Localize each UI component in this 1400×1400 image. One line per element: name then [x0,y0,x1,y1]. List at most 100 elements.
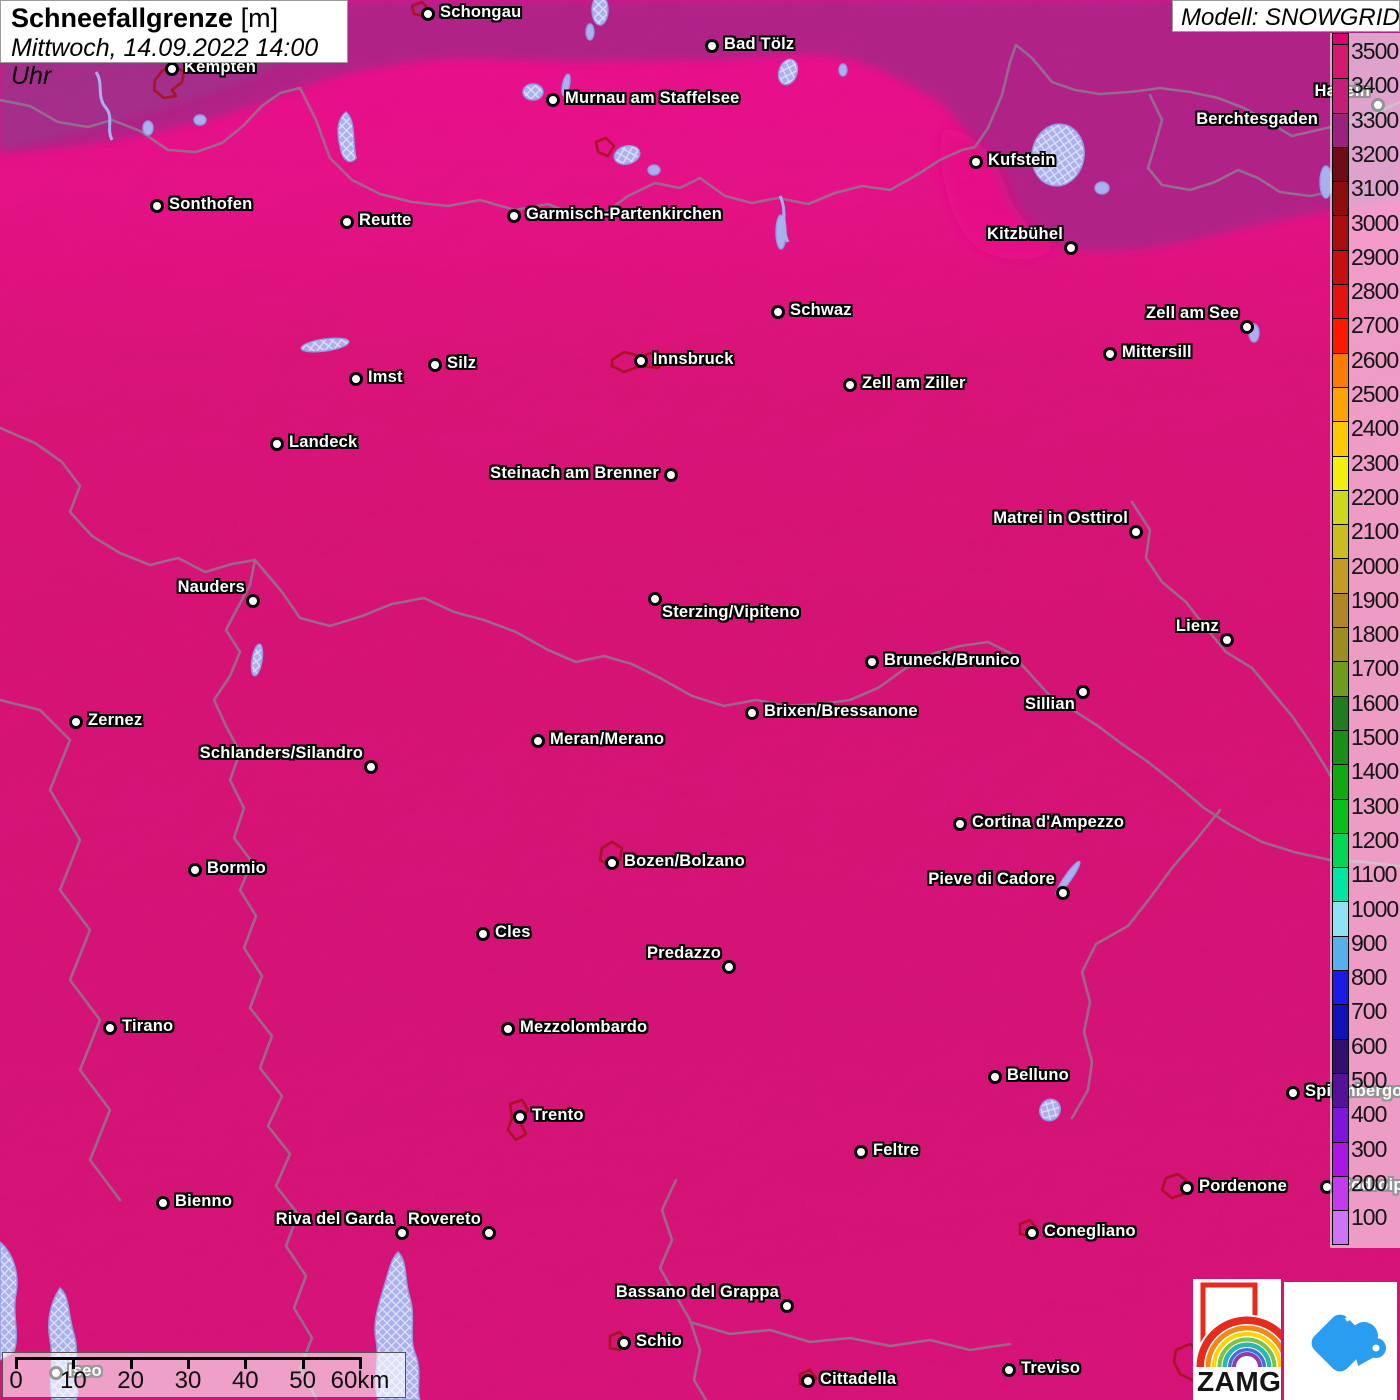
city-dot [507,209,521,223]
city-label: Zell am Ziller [862,374,966,392]
city-dot [1220,633,1234,647]
zamg-logo-box: ZAMG [1193,1279,1281,1400]
legend-tick-label: 3400 [1351,72,1399,99]
city-label: Reutte [359,211,412,229]
city-label: Kufstein [988,151,1056,169]
city-dot [156,1196,170,1210]
city-dot [969,155,983,169]
city-label: Kitzbühel [986,225,1063,243]
city-label: Silz [447,354,477,372]
legend-tick-label: 800 [1351,964,1387,991]
legend-tick-label: 2400 [1351,415,1399,442]
city-layer: Schongau Bad Tölz Kempten Murnau am Staffel… [0,0,1400,1400]
title-text: Schneefallgrenze [11,3,234,33]
city-label: Predazzo [646,944,721,962]
legend-segment [1333,1038,1348,1073]
legend-tick-label: 1900 [1351,586,1399,613]
city-label: Zernez [88,711,143,729]
city-dot [722,960,736,974]
city-label: Belluno [1007,1066,1069,1084]
city-label: Zell am See [1146,304,1239,322]
legend-tick-label: 100 [1351,1204,1387,1231]
city-label: Bozen/Bolzano [624,852,745,870]
city-label: Nauders [177,578,245,596]
city-label: Brixen/Bressanone [764,702,918,720]
city-dot [188,863,202,877]
city-dot [865,655,879,669]
city-dot [648,592,662,606]
city-dot [1180,1181,1194,1195]
legend-segment [1333,970,1348,1005]
city-dot [421,7,435,21]
title-unit: [m] [233,3,279,33]
legend-tick-label: 2800 [1351,278,1399,305]
legend-segment [1333,1210,1348,1245]
city-dot [771,305,785,319]
legend-segment [1333,764,1348,799]
city-label: Sterzing/Vipiteno [662,603,800,621]
city-label: Bienno [175,1192,233,1210]
city-label: Bassano del Grappa [615,1283,779,1301]
legend-segment [1333,146,1348,182]
model-box: Modell: SNOWGRID [1172,0,1400,32]
city-dot [476,927,490,941]
city-label: Feltre [873,1141,920,1159]
city-label: Rovereto [407,1210,481,1228]
city-dot [1286,1086,1300,1100]
legend-segment [1333,284,1348,319]
legend-tick-label: 1000 [1351,895,1399,922]
legend-segment [1333,901,1348,936]
legend-tick-label: 1600 [1351,689,1399,716]
legend-tick-label: 2600 [1351,346,1399,373]
city-dot [270,437,284,451]
city-label: Trento [532,1106,584,1124]
legend-segment [1333,867,1348,902]
legend-segment [1333,592,1348,628]
legend-tick-label: 3200 [1351,140,1399,167]
city-label: Sillian [1025,695,1075,713]
legend-segment [1333,1072,1348,1108]
legend-tick-label: 900 [1351,929,1387,956]
city-dot [150,199,164,213]
city-label: Meran/Merano [550,730,665,748]
legend-tick-label: 2500 [1351,381,1399,407]
city-label: Matrei in Osttirol [993,509,1128,527]
city-label: Steinach am Brenner [490,464,659,482]
datetime-label: Mittwoch, 14.09.2022 14:00 Uhr [11,34,319,90]
city-label: Conegliano [1044,1222,1136,1240]
city-label: Mittersill [1122,343,1192,361]
city-dot [428,358,442,372]
city-dot [1129,525,1143,539]
legend-tick-label: 3300 [1351,106,1399,133]
city-dot [988,1070,1002,1084]
city-label: Innsbruck [653,350,734,368]
city-dot [1064,241,1078,255]
legend-segment [1333,1107,1348,1142]
legend-segment [1333,1141,1348,1176]
legend-tick-label: 2100 [1351,518,1399,545]
legend-tick-label: 500 [1351,1067,1387,1093]
city-label: Sonthofen [169,195,253,213]
title-box: Schneefallgrenze [m] Mittwoch, 14.09.202… [0,0,348,90]
city-dot [854,1145,868,1159]
legend-tick-label: 400 [1351,1101,1387,1128]
legend-segment [1333,798,1348,833]
legend-segment [1333,249,1348,285]
elevation-legend: 3500 3400 3300 3200 3100 3000 2900 2800 2700 2600… [1330,33,1400,1248]
snowgrid-map-screenshot: Schongau Bad Tölz Kempten Murnau am Staffel… [0,0,1400,1400]
legend-tick-label: 200 [1351,1169,1387,1196]
city-label: Bormio [207,859,266,877]
city-label: Schwaz [790,301,852,319]
page-title: Schneefallgrenze [m] [11,3,337,34]
city-dot [69,715,83,729]
legend-segment [1333,1004,1348,1039]
legend-segment [1333,34,1348,44]
city-dot [513,1110,527,1124]
legend-tick-label: 2200 [1351,483,1399,510]
legend-tick-label: 2300 [1351,449,1399,476]
city-dot [246,594,260,608]
city-label: Bad Tölz [724,35,795,53]
city-dot [546,93,560,107]
city-label: Imst [368,368,403,386]
city-label: Mezzolombardo [520,1018,648,1036]
